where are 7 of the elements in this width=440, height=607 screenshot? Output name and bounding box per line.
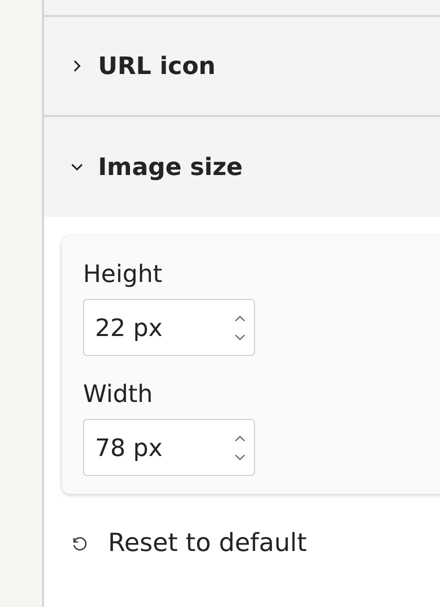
field-label: Height	[83, 260, 164, 288]
number-field[interactable]: 78 px	[83, 419, 255, 476]
reset-button[interactable]: Reset to default	[70, 528, 307, 557]
number-field[interactable]: 22 px	[83, 299, 255, 356]
field-label: Width	[83, 380, 154, 408]
section-header[interactable]: Image size	[44, 117, 440, 217]
section-header[interactable]: URL icon	[44, 17, 440, 117]
